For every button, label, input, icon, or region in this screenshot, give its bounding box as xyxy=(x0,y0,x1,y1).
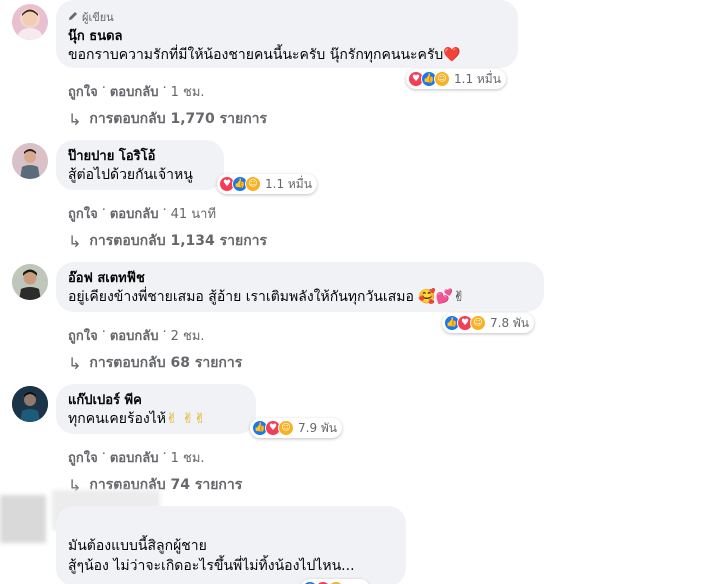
reaction-summary[interactable]: 👍 ♥ ☺ 7.8 พัน xyxy=(442,313,535,333)
avatar[interactable] xyxy=(12,386,48,422)
separator: · xyxy=(101,447,106,462)
replies-label: การตอบกลับ 1,770 รายการ xyxy=(89,111,268,127)
pencil-icon xyxy=(68,11,78,24)
comment-actions: ถูกใจ · ตอบกลับ · 1 ชม. xyxy=(68,447,205,468)
emoji-tail: ✌ ✌✌ xyxy=(166,411,206,427)
reaction-count: 1.1 หมื่น xyxy=(265,176,312,191)
separator: · xyxy=(162,81,167,96)
comment-bubble: ป๊ายปาย โอริโอ้ สู้ต่อไปด้วยกันเจ้าหนู xyxy=(56,140,224,190)
view-replies-button[interactable]: ↳ การตอบกลับ 68 รายการ xyxy=(68,352,242,374)
comment-text-line2: สู้ๆน้อง ไม่ว่าจะเกิดอะไรขึ้นพี่ไม่ทิ้งน… xyxy=(68,558,355,574)
comment-actions: ถูกใจ · ตอบกลับ · 41 นาที xyxy=(68,203,216,224)
like-button[interactable]: ถูกใจ xyxy=(68,447,98,468)
reaction-count: 7.8 พัน xyxy=(490,315,530,330)
separator: · xyxy=(162,325,167,340)
comment-author[interactable]: นุ๊ก ธนดล xyxy=(68,28,506,45)
separator: · xyxy=(162,447,167,462)
comment-author[interactable]: แก๊ปเปอร์ พีค xyxy=(68,392,244,409)
care-reaction-icon: ☺ xyxy=(470,315,486,331)
reply-arrow-icon: ↳ xyxy=(68,109,82,129)
reaction-summary[interactable]: ♥ 👍 ☺ 1.1 หมื่น xyxy=(406,69,506,89)
reply-button[interactable]: ตอบกลับ xyxy=(110,447,159,468)
avatar[interactable] xyxy=(12,264,48,300)
comment-text-line1: มันต้องแบบนี้สิลูกผู้ชาย xyxy=(68,538,207,554)
like-button[interactable]: ถูกใจ xyxy=(68,325,98,346)
emoji-tail: 🥰💕✌ xyxy=(418,289,465,305)
reply-arrow-icon: ↳ xyxy=(68,353,82,373)
care-reaction-icon: ☺ xyxy=(434,71,450,87)
timestamp[interactable]: 41 นาที xyxy=(171,203,216,224)
reply-button[interactable]: ตอบกลับ xyxy=(110,203,159,224)
view-replies-button[interactable]: ↳ การตอบกลับ 1,134 รายการ xyxy=(68,230,267,252)
comment-text: ทุกคนเคยร้องไห้✌ ✌✌ xyxy=(68,409,244,429)
like-button[interactable]: ถูกใจ xyxy=(68,203,98,224)
reaction-summary[interactable]: 👍 ♥ ☺ xyxy=(300,579,370,584)
comment-text-body: ทุกคนเคยร้องไห้ xyxy=(68,411,167,427)
separator: · xyxy=(101,325,106,340)
comment-author[interactable]: อ๊อฟ สเตทฟ๊ช xyxy=(68,270,532,287)
view-replies-button[interactable]: ↳ การตอบกลับ 1,770 รายการ xyxy=(68,108,267,130)
comment-text: ขอกราบความรักที่มีให้น้องชายคนนี้นะครับ … xyxy=(68,45,506,65)
replies-label: การตอบกลับ 1,134 รายการ xyxy=(89,233,268,249)
replies-label: การตอบกลับ 68 รายการ xyxy=(89,355,243,371)
care-reaction-icon: ☺ xyxy=(245,176,261,192)
comment-text-body: อยู่เคียงข้างพี่ชายเสมอ สู้อ้าย เราเติมพ… xyxy=(68,289,414,305)
separator: · xyxy=(101,81,106,96)
timestamp[interactable]: 1 ชม. xyxy=(171,447,205,468)
separator: · xyxy=(162,203,167,218)
reaction-summary[interactable]: 👍 ♥ ☺ 7.9 พัน xyxy=(250,418,343,438)
reply-arrow-icon: ↳ xyxy=(68,231,82,251)
like-button[interactable]: ถูกใจ xyxy=(68,81,98,102)
comment-bubble: อ๊อฟ สเตทฟ๊ช อยู่เคียงข้างพี่ชายเสมอ สู้… xyxy=(56,262,544,312)
reply-button[interactable]: ตอบกลับ xyxy=(110,325,159,346)
reaction-summary[interactable]: ♥ 👍 ☺ 1.1 หมื่น xyxy=(217,174,317,194)
comment-author[interactable]: ป๊ายปาย โอริโอ้ xyxy=(68,148,212,165)
comment-actions: ถูกใจ · ตอบกลับ · 2 ชม. xyxy=(68,325,205,346)
reply-button[interactable]: ตอบกลับ xyxy=(110,81,159,102)
reaction-count: 1.1 หมื่น xyxy=(454,71,501,86)
separator: · xyxy=(101,203,106,218)
comment-bubble: แก๊ปเปอร์ พีค ทุกคนเคยร้องไห้✌ ✌✌ xyxy=(56,384,256,434)
comment-text-body: ขอกราบความรักที่มีให้น้องชายคนนี้นะครับ … xyxy=(68,47,444,63)
comment-text: สู้ต่อไปด้วยกันเจ้าหนู xyxy=(68,167,193,183)
comment-actions: ถูกใจ · ตอบกลับ · 1 ชม. xyxy=(68,81,205,102)
comment-text: อยู่เคียงข้างพี่ชายเสมอ สู้อ้าย เราเติมพ… xyxy=(68,287,532,307)
blurred-avatar xyxy=(0,495,46,543)
timestamp[interactable]: 1 ชม. xyxy=(171,81,205,102)
avatar[interactable] xyxy=(12,4,48,40)
author-badge: ผู้เขียน xyxy=(68,8,506,26)
comment-bubble: มันต้องแบบนี้สิลูกผู้ชาย สู้ๆน้อง ไม่ว่า… xyxy=(56,506,406,584)
care-reaction-icon: ☺ xyxy=(278,420,294,436)
avatar[interactable] xyxy=(12,143,48,179)
comment-bubble: ผู้เขียน นุ๊ก ธนดล ขอกราบความรักที่มีให้… xyxy=(56,0,518,68)
author-badge-label: ผู้เขียน xyxy=(82,11,114,24)
reaction-count: 7.9 พัน xyxy=(298,420,338,435)
heart-emoji: ❤️ xyxy=(443,47,461,63)
timestamp[interactable]: 2 ชม. xyxy=(171,325,205,346)
